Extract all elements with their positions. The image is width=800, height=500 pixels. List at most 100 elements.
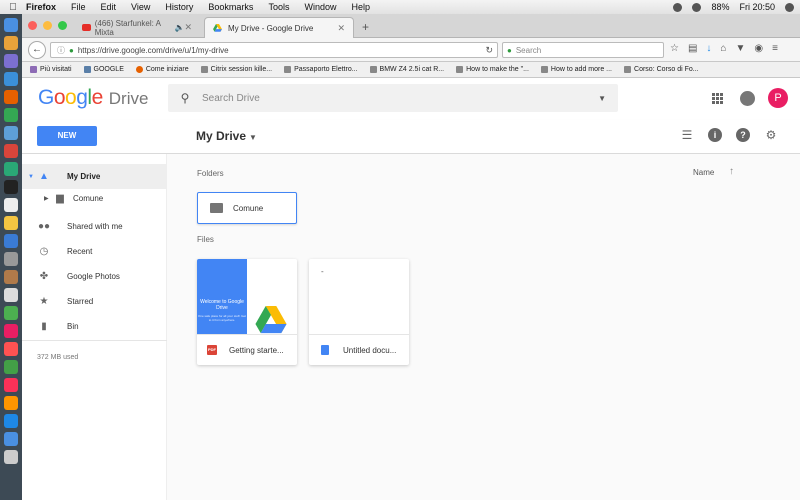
downloads-icon[interactable] (4, 432, 18, 446)
lock-icon[interactable]: ● (69, 46, 74, 55)
bookmark-item[interactable]: BMW Z4 2.5i cat R... (369, 66, 444, 73)
clock[interactable]: Fri 20:50 (739, 2, 775, 12)
folder-item[interactable]: Comune (197, 192, 297, 224)
trash-icon[interactable] (4, 450, 18, 464)
sidebar-item-starred[interactable]: ★ Starred (22, 289, 167, 314)
app-icon[interactable] (4, 306, 18, 320)
page-title-dropdown[interactable]: My Drive ▼ (196, 129, 257, 143)
bookmark-folder[interactable]: GOOGLE (83, 66, 124, 73)
bookmark-item[interactable]: Passaporto Elettro... (284, 66, 358, 73)
home-icon[interactable]: ⌂ (720, 43, 726, 54)
app-icon[interactable] (4, 342, 18, 356)
close-window-button[interactable] (28, 21, 37, 30)
app-icon[interactable] (4, 270, 18, 284)
itunes-icon[interactable] (4, 378, 18, 392)
volume-icon[interactable] (692, 2, 702, 12)
search-icon[interactable]: ⚲ (168, 91, 202, 105)
menu-history[interactable]: History (165, 2, 193, 12)
safari-icon[interactable] (4, 72, 18, 86)
menu-help[interactable]: Help (351, 2, 370, 12)
app-icon[interactable] (4, 162, 18, 176)
download-icon[interactable]: ↓ (706, 43, 711, 54)
menu-tools[interactable]: Tools (268, 2, 289, 12)
file-card[interactable]: Welcome to Google Drive One safe place f… (197, 259, 297, 365)
sidebar-item-recent[interactable]: ◷ Recent (22, 239, 167, 264)
browser-tab-active[interactable]: My Drive - Google Drive ✕ (204, 17, 354, 38)
url-bar[interactable]: ⓘ ● https://drive.google.com/drive/u/1/m… (50, 42, 498, 58)
app-icon[interactable] (4, 54, 18, 68)
bookmark-item[interactable]: How to make the "... (456, 66, 529, 73)
menu-edit[interactable]: Edit (101, 2, 117, 12)
menu-window[interactable]: Window (304, 2, 336, 12)
bookmark-star-icon[interactable]: ☆ (670, 43, 679, 54)
sidebar-item-shared[interactable]: ●● Shared with me (22, 214, 167, 239)
finder-icon[interactable] (4, 18, 18, 32)
sidebar-item-photos[interactable]: ✤ Google Photos (22, 264, 167, 289)
bookmark-item[interactable]: How to add more ... (540, 66, 612, 73)
close-tab-icon[interactable]: ✕ (337, 23, 345, 34)
extension-icon[interactable]: ◉ (754, 43, 763, 54)
help-icon[interactable]: ? (736, 128, 750, 142)
pocket-icon[interactable]: ▼ (735, 43, 745, 54)
settings-gear-icon[interactable]: ⚙ (764, 128, 778, 142)
close-tab-icon[interactable]: ✕ (184, 22, 192, 33)
photos-icon[interactable] (4, 324, 18, 338)
spotlight-icon[interactable] (785, 2, 794, 12)
firefox-icon[interactable] (4, 90, 18, 104)
app-icon[interactable] (4, 234, 18, 248)
search-placeholder[interactable]: Search Drive (202, 93, 260, 104)
app-icon[interactable] (4, 198, 18, 212)
ibooks-icon[interactable] (4, 396, 18, 410)
info-icon[interactable]: i (708, 128, 722, 142)
bookmark-item[interactable]: Come iniziare (135, 66, 189, 73)
bookmark-item[interactable]: Citrix session kille... (200, 66, 272, 73)
google-apps-icon[interactable] (712, 93, 723, 104)
browser-search-box[interactable]: ● Search (502, 42, 664, 58)
apple-icon[interactable]:  (0, 2, 26, 13)
browser-search-placeholder[interactable]: Search (516, 46, 541, 55)
info-icon[interactable]: ⓘ (57, 45, 65, 56)
app-icon[interactable] (4, 36, 18, 50)
drive-search-bar[interactable]: ⚲ Search Drive ▼ (168, 84, 618, 112)
bookmark-item[interactable]: Corso: Corso di Fo... (624, 66, 699, 73)
app-icon[interactable] (4, 126, 18, 140)
new-button[interactable]: NEW (37, 126, 97, 146)
notifications-icon[interactable] (740, 91, 755, 106)
app-store-icon[interactable] (4, 414, 18, 428)
sidebar-item-comune[interactable]: ▶ ▆ Comune (22, 186, 167, 211)
file-card[interactable]: - Untitled docu... (309, 259, 409, 365)
terminal-icon[interactable] (4, 180, 18, 194)
menu-app-name[interactable]: Firefox (26, 2, 56, 12)
new-tab-button[interactable]: + (362, 20, 369, 34)
menu-view[interactable]: View (131, 2, 150, 12)
hamburger-menu-icon[interactable]: ≡ (772, 43, 778, 54)
back-button[interactable]: ← (28, 41, 46, 59)
menu-bookmarks[interactable]: Bookmarks (208, 2, 253, 12)
speaker-icon[interactable]: 🔈 (174, 23, 184, 32)
storage-usage[interactable]: 372 MB used (37, 354, 78, 361)
menu-file[interactable]: File (71, 2, 86, 12)
bookmark-item[interactable]: Più visitati (30, 66, 72, 73)
minimize-window-button[interactable] (43, 21, 52, 30)
zoom-window-button[interactable] (58, 21, 67, 30)
avatar[interactable]: P (768, 88, 788, 108)
app-icon[interactable] (4, 144, 18, 158)
expand-arrow-icon[interactable]: ▶ (44, 195, 49, 202)
reload-icon[interactable]: ↻ (485, 45, 493, 56)
list-view-icon[interactable]: ☰ (680, 128, 694, 142)
wifi-icon[interactable] (673, 2, 683, 12)
battery-level[interactable]: 88% (711, 2, 729, 12)
sort-column-name[interactable]: Name (693, 168, 714, 177)
collapse-arrow-icon[interactable]: ▼ (28, 174, 34, 180)
google-drive-logo[interactable]: Google Drive (38, 86, 148, 110)
browser-tab[interactable]: (466) Starfunkel: A Mixta 🔈 ✕ (74, 17, 200, 38)
facetime-icon[interactable] (4, 360, 18, 374)
sort-direction-arrow-icon[interactable]: ↑ (729, 166, 734, 177)
system-prefs-icon[interactable] (4, 252, 18, 266)
search-options-icon[interactable]: ▼ (598, 94, 606, 103)
search-engine-icon[interactable]: ● (507, 46, 512, 55)
notes-icon[interactable] (4, 216, 18, 230)
app-icon[interactable] (4, 288, 18, 302)
reading-list-icon[interactable]: ▤ (688, 43, 697, 54)
sidebar-item-bin[interactable]: ▮ Bin (22, 314, 167, 339)
